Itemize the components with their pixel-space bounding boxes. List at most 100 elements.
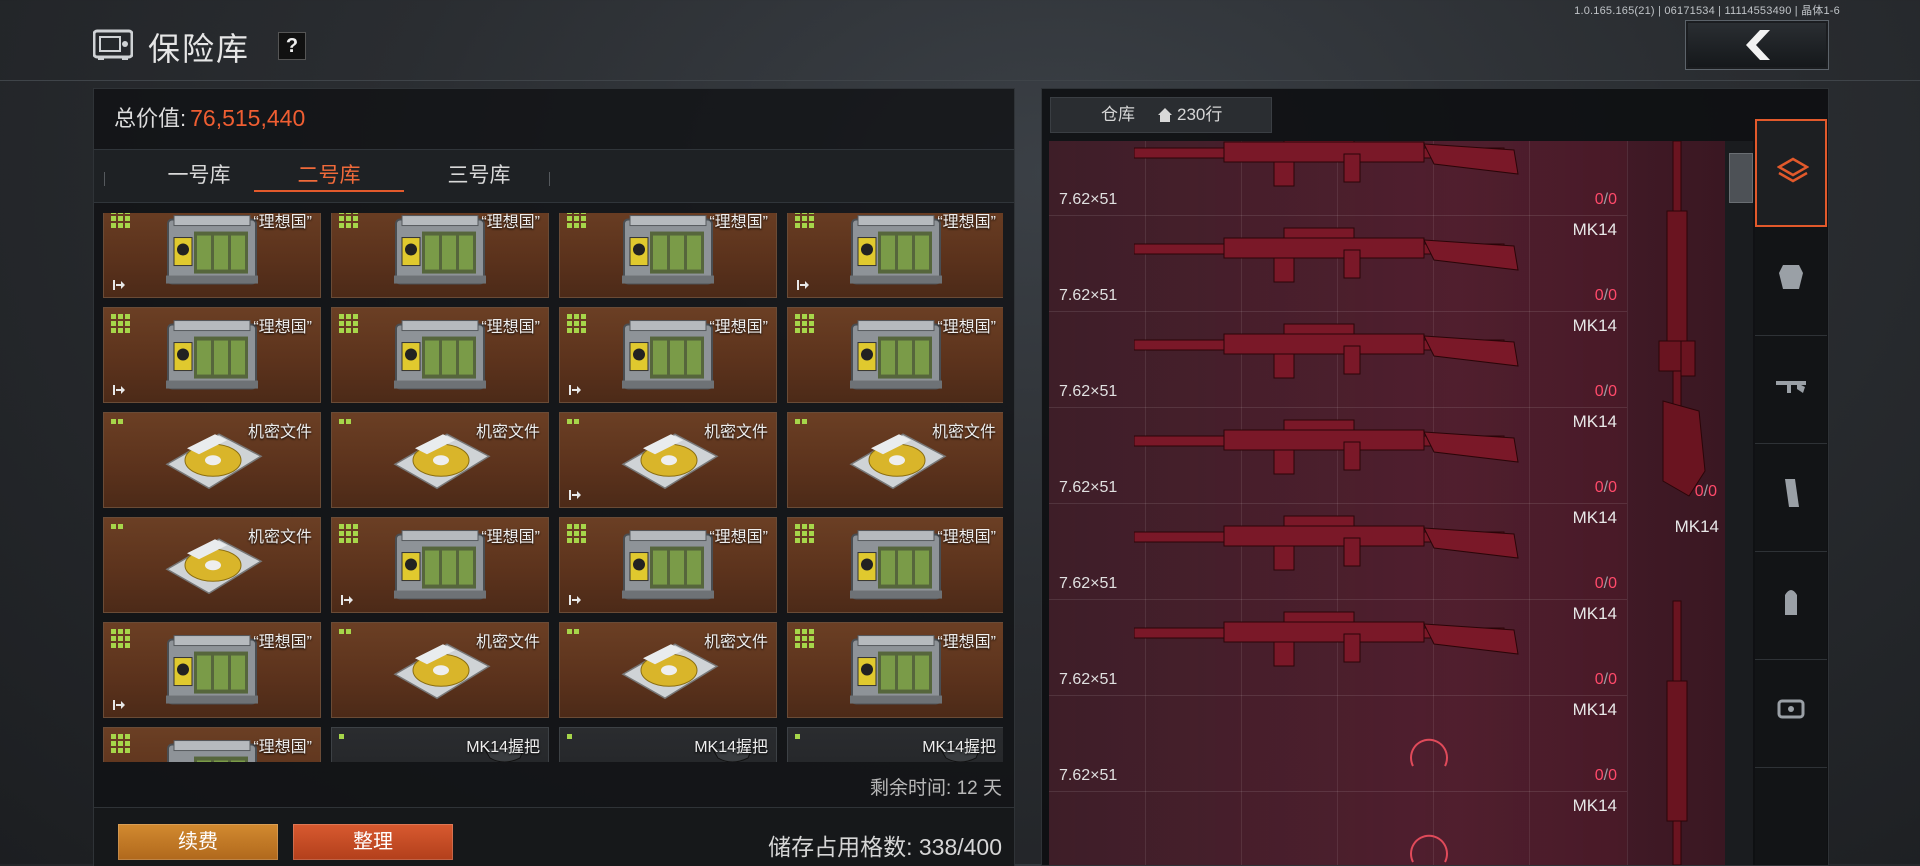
exit-icon (569, 595, 581, 605)
item-label: “理想国” (253, 739, 312, 756)
vault-item-grip[interactable]: MK14握把 (331, 727, 549, 762)
vault-item-crate[interactable]: “理想国” (787, 517, 1003, 613)
renew-button[interactable]: 续费 (118, 824, 278, 860)
category-magazine[interactable] (1755, 443, 1827, 552)
vault-item-crate[interactable]: “理想国” (787, 307, 1003, 403)
tab-vault-1[interactable]: 一号库 (124, 150, 274, 202)
item-size-pips (795, 314, 814, 333)
warehouse-grid: 0/0 MK14 MK147.62×510/0MK147.62×510/0MK1… (1049, 141, 1725, 865)
item-name: MK14 (1572, 604, 1617, 623)
warehouse-item[interactable]: MK14 7.62×51 0/0 (1049, 504, 1627, 600)
crate-icon (848, 529, 944, 610)
item-label: “理想国” (253, 634, 312, 651)
item-size-pips (567, 734, 572, 739)
vault-item-disk[interactable]: 机密文件 (331, 622, 549, 718)
warehouse-scrollbar[interactable] (1725, 141, 1753, 865)
chevron-left-icon (1746, 30, 1770, 60)
item-label: “理想国” (253, 214, 312, 231)
tall-item-name: MK14 (1674, 517, 1719, 536)
tall-weapon-item[interactable]: 0/0 MK14 (1629, 141, 1725, 865)
item-name: MK14 (1572, 412, 1617, 431)
scroll-thumb[interactable] (1729, 153, 1753, 203)
item-label: MK14握把 (694, 739, 768, 756)
item-total: 0 (1608, 767, 1617, 784)
item-caliber: 7.62×51 (1059, 767, 1118, 784)
vault-item-crate[interactable]: “理想国” (103, 622, 321, 718)
crate-icon (164, 319, 260, 400)
item-count: 0/0 (1594, 287, 1617, 304)
warehouse-item[interactable]: MK14 7.62×51 0/0 (1049, 312, 1627, 408)
category-armor[interactable] (1755, 227, 1827, 336)
vault-item-crate[interactable]: “理想国” (103, 213, 321, 298)
crate-icon (392, 214, 488, 295)
item-count: 0/0 (1594, 383, 1617, 400)
vault-item-grip[interactable]: MK14握把 (559, 727, 777, 762)
item-total: 0 (1608, 671, 1617, 688)
crate-icon (848, 319, 944, 400)
vault-grid: “理想国” “理想国” “理想国” “理想国” “理想国” “理想国” “理想国” “理想国”… (103, 213, 1003, 762)
item-label: 机密文件 (475, 424, 540, 441)
vault-item-crate[interactable]: “理想国” (559, 517, 777, 613)
item-total: 0 (1608, 575, 1617, 592)
warehouse-item[interactable]: MK14 (1049, 792, 1627, 865)
item-label: “理想国” (709, 529, 768, 546)
help-button[interactable]: ? (278, 32, 306, 60)
item-label: “理想国” (937, 529, 996, 546)
item-label: 机密文件 (703, 424, 768, 441)
item-label: “理想国” (937, 319, 996, 336)
item-label: 机密文件 (703, 634, 768, 651)
warehouse-item[interactable]: MK14 7.62×51 0/0 (1049, 600, 1627, 696)
tall-item-count: 0/0 (1694, 483, 1717, 500)
item-label: 机密文件 (475, 634, 540, 651)
item-label: “理想国” (253, 319, 312, 336)
item-size-pips (339, 314, 358, 333)
exit-icon (113, 385, 125, 395)
vault-item-disk[interactable]: 机密文件 (331, 412, 549, 508)
category-ammo[interactable] (1755, 551, 1827, 660)
vault-item-crate[interactable]: “理想国” (103, 727, 321, 762)
vault-item-crate[interactable]: “理想国” (559, 213, 777, 298)
warehouse-item[interactable]: MK14 7.62×51 0/0 (1049, 216, 1627, 312)
vault-item-crate[interactable]: “理想国” (787, 213, 1003, 298)
item-caliber: 7.62×51 (1059, 575, 1118, 592)
item-name: MK14 (1572, 316, 1617, 335)
item-label: MK14握把 (922, 739, 996, 756)
vault-item-crate[interactable]: “理想国” (331, 213, 549, 298)
warehouse-item[interactable]: MK14 7.62×51 0/0 (1049, 408, 1627, 504)
back-button[interactable] (1685, 20, 1829, 70)
warehouse-item[interactable]: MK14 7.62×51 0/0 (1049, 696, 1627, 792)
vault-item-crate[interactable]: “理想国” (331, 517, 549, 613)
item-label: “理想国” (481, 319, 540, 336)
sort-button[interactable]: 整理 (293, 824, 453, 860)
vault-item-disk[interactable]: 机密文件 (559, 622, 777, 718)
vault-item-disk[interactable]: 机密文件 (559, 412, 777, 508)
vault-item-crate[interactable]: “理想国” (331, 307, 549, 403)
category-layers[interactable] (1755, 119, 1827, 227)
tab-separator (104, 172, 105, 186)
tab-vault-2[interactable]: 二号库 (254, 150, 404, 202)
item-have: 0 (1594, 287, 1604, 304)
item-name: MK14 (1572, 220, 1617, 239)
crate-icon (392, 319, 488, 400)
item-size-pips (111, 524, 123, 529)
item-caliber: 7.62×51 (1059, 479, 1118, 496)
category-sight[interactable] (1755, 659, 1827, 768)
item-size-pips (567, 524, 586, 543)
vault-item-grip[interactable]: MK14握把 (787, 727, 1003, 762)
item-label: “理想国” (937, 634, 996, 651)
vault-item-crate[interactable]: “理想国” (787, 622, 1003, 718)
vault-item-crate[interactable]: “理想国” (103, 307, 321, 403)
vault-item-disk[interactable]: 机密文件 (103, 517, 321, 613)
warehouse-tab[interactable]: 仓库 230行 (1050, 97, 1272, 133)
item-have: 0 (1594, 479, 1604, 496)
warehouse-item[interactable]: MK14 7.62×51 0/0 (1049, 141, 1627, 216)
item-total: 0 (1608, 383, 1617, 400)
vault-item-crate[interactable]: “理想国” (559, 307, 777, 403)
category-rifle[interactable] (1755, 335, 1827, 444)
tab-vault-3[interactable]: 三号库 (404, 150, 554, 202)
rifle-vertical-icon (1658, 141, 1706, 865)
vault-item-disk[interactable]: 机密文件 (103, 412, 321, 508)
item-name: MK14 (1573, 141, 1617, 144)
item-size-pips (339, 419, 351, 424)
vault-item-disk[interactable]: 机密文件 (787, 412, 1003, 508)
